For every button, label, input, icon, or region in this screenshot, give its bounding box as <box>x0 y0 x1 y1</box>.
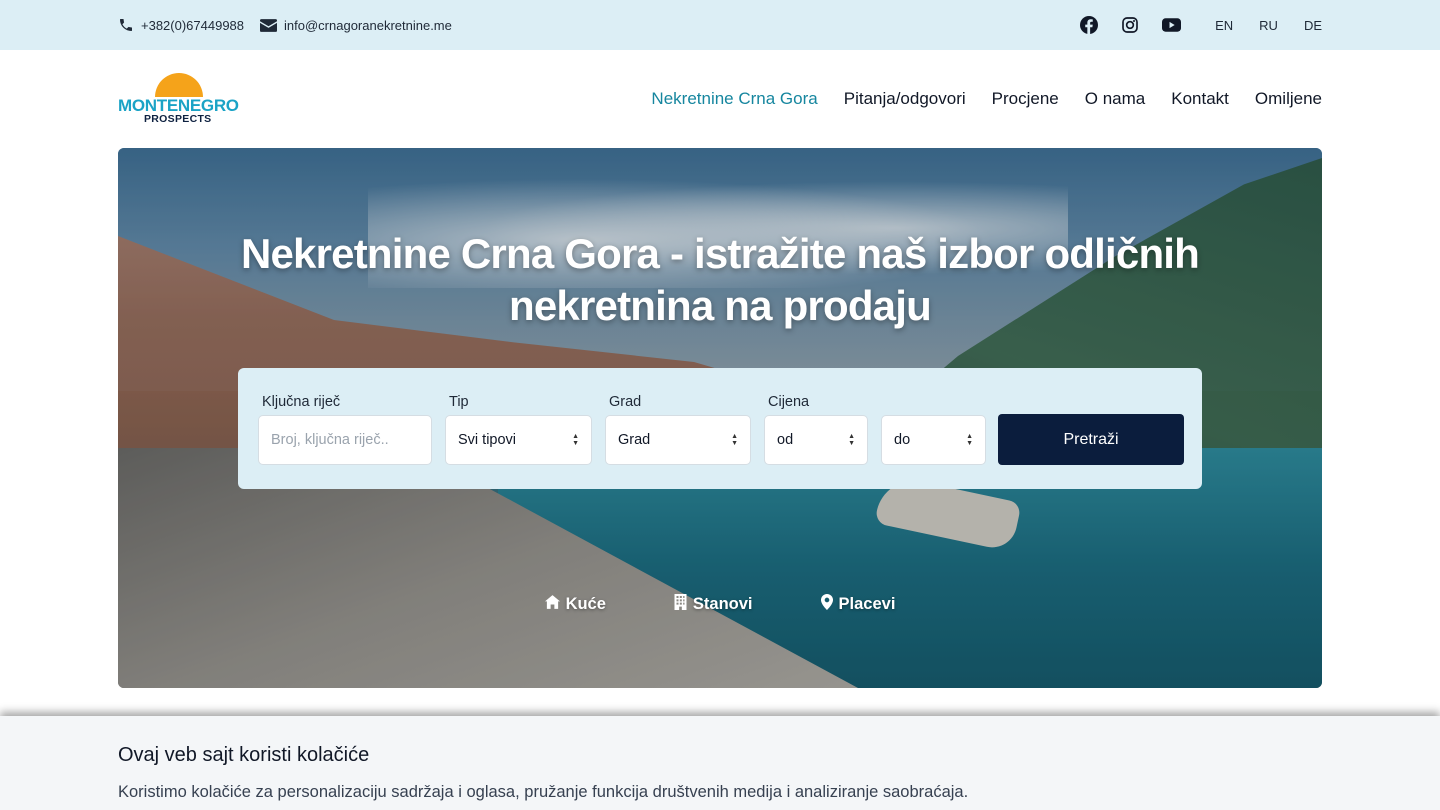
price-label: Cijena <box>768 394 810 410</box>
cookie-text: Koristimo kolačiće za personalizaciju sa… <box>118 783 969 801</box>
top-bar: +382(0)67449988 info@crnagoranekretnine.… <box>0 0 1440 50</box>
lang-en[interactable]: EN <box>1215 18 1233 33</box>
city-select-value: Grad <box>618 432 651 448</box>
select-arrows-icon: ▲ ▼ <box>731 433 738 447</box>
facebook-icon[interactable] <box>1080 16 1099 34</box>
main-nav: Nekretnine Crna Gora Pitanja/odgovori Pr… <box>651 89 1322 109</box>
lang-ru[interactable]: RU <box>1259 18 1278 33</box>
price-from-select[interactable]: od ▲ ▼ <box>764 415 868 465</box>
category-plots-label: Placevi <box>838 595 896 613</box>
category-houses[interactable]: Kuće <box>544 594 606 615</box>
nav-o-nama[interactable]: O nama <box>1085 89 1145 109</box>
type-select[interactable]: Svi tipovi ▲ ▼ <box>445 415 592 465</box>
category-houses-label: Kuće <box>565 595 606 613</box>
site-header: MONTENEGRO PROSPECTS Nekretnine Crna Gor… <box>0 50 1440 148</box>
keyword-field: Ključna riječ Broj, ključna riječ.. <box>258 394 432 465</box>
hero-title-line1: Nekretnine Crna Gora - istražite naš izb… <box>240 230 1200 277</box>
category-apartments[interactable]: Stanovi <box>674 594 753 615</box>
envelope-icon <box>260 18 278 32</box>
instagram-icon[interactable] <box>1122 17 1138 33</box>
nav-nekretnine[interactable]: Nekretnine Crna Gora <box>651 89 817 109</box>
select-arrows-icon: ▲ ▼ <box>966 433 973 447</box>
contact-info: +382(0)67449988 info@crnagoranekretnine.… <box>118 17 452 33</box>
city-field: Grad Grad ▲ ▼ <box>605 394 751 465</box>
nav-kontakt[interactable]: Kontakt <box>1171 89 1229 109</box>
search-button[interactable]: Pretraži <box>998 414 1184 465</box>
nav-pitanja[interactable]: Pitanja/odgovori <box>844 89 966 109</box>
social-links <box>1080 16 1182 34</box>
cookie-banner: Ovaj veb sajt koristi kolačiće Koristimo… <box>0 716 1440 810</box>
phone-contact[interactable]: +382(0)67449988 <box>118 17 244 33</box>
search-panel: Ključna riječ Broj, ključna riječ.. Tip … <box>238 368 1202 489</box>
price-to-select[interactable]: do ▲ ▼ <box>881 415 986 465</box>
category-plots[interactable]: Placevi <box>820 594 896 615</box>
category-links: Kuće Stanovi Placevi <box>118 594 1322 615</box>
map-pin-icon <box>820 594 833 615</box>
youtube-icon[interactable] <box>1162 18 1182 32</box>
city-select[interactable]: Grad ▲ ▼ <box>605 415 751 465</box>
city-label: Grad <box>609 394 642 410</box>
phone-icon <box>118 17 134 33</box>
building-icon <box>674 594 687 615</box>
type-label: Tip <box>449 394 469 410</box>
hero-banner: Nekretnine Crna Gora - istražite naš izb… <box>118 148 1322 688</box>
select-arrows-icon: ▲ ▼ <box>572 433 579 447</box>
select-arrows-icon: ▲ ▼ <box>848 433 855 447</box>
cookie-title: Ovaj veb sajt koristi kolačiće <box>118 744 370 766</box>
category-apartments-label: Stanovi <box>692 595 753 613</box>
phone-number: +382(0)67449988 <box>141 17 245 33</box>
type-field: Tip Svi tipovi ▲ ▼ <box>445 394 592 465</box>
language-switcher: EN RU DE <box>1215 18 1322 33</box>
hero-title-line2: nekretnina na prodaju <box>509 282 932 329</box>
keyword-input[interactable]: Broj, ključna riječ.. <box>258 415 432 465</box>
hero-title: Nekretnine Crna Gora - istražite naš izb… <box>118 228 1322 332</box>
email-address: info@crnagoranekretnine.me <box>284 17 452 33</box>
email-contact[interactable]: info@crnagoranekretnine.me <box>260 18 452 33</box>
nav-procjene[interactable]: Procjene <box>992 89 1059 109</box>
keyword-label: Ključna riječ <box>262 394 341 410</box>
nav-omiljene[interactable]: Omiljene <box>1255 89 1322 109</box>
logo-sun-icon <box>155 73 203 97</box>
price-from-field: Cijena od ▲ ▼ <box>764 394 868 465</box>
site-logo[interactable]: MONTENEGRO PROSPECTS <box>118 71 240 127</box>
price-to-value: do <box>894 432 911 448</box>
lang-de[interactable]: DE <box>1304 18 1322 33</box>
house-icon <box>544 595 560 614</box>
logo-sub-text: PROSPECTS <box>144 113 212 125</box>
type-select-value: Svi tipovi <box>458 432 517 448</box>
price-from-value: od <box>777 432 794 448</box>
price-to-field: do ▲ ▼ <box>881 394 986 465</box>
